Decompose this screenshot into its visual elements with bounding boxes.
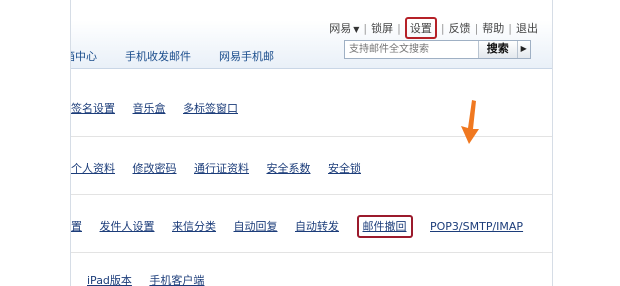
multi-tab-window-link[interactable]: 多标签窗口 bbox=[183, 102, 238, 115]
netease-label: 网易 bbox=[329, 22, 352, 35]
separator: | bbox=[474, 21, 479, 35]
separator: | bbox=[440, 21, 445, 35]
separator: | bbox=[363, 21, 368, 35]
music-box-link[interactable]: 音乐盒 bbox=[133, 102, 166, 115]
auto-forward-link[interactable]: 自动转发 bbox=[295, 220, 339, 233]
passport-info-link[interactable]: 通行证资料 bbox=[194, 162, 249, 175]
security-level-link[interactable]: 安全系数 bbox=[267, 162, 311, 175]
top-nav: 网易 ▼ | 锁屏 | 设置 | 反馈 | 帮助 | 退出 bbox=[329, 17, 538, 39]
feedback-link[interactable]: 反馈 bbox=[449, 20, 471, 36]
caret-down-icon: ▼ bbox=[353, 25, 360, 34]
auto-reply-link[interactable]: 自动回复 bbox=[234, 220, 278, 233]
tab-netease-mobile-mail[interactable]: 网易手机邮 bbox=[219, 48, 274, 64]
settings-panel: 网易▼ | 锁屏 | 设置 | 反馈 | 帮助 | 退出 邮箱中心 手机收发邮件… bbox=[70, 0, 553, 286]
search-dropdown-icon[interactable]: ▶ bbox=[516, 41, 530, 58]
lock-screen-link[interactable]: 锁屏 bbox=[371, 20, 393, 36]
pop3-smtp-imap-link[interactable]: POP3/SMTP/IMAP bbox=[430, 220, 523, 233]
settings-row-account: 个人资料 修改密码 通行证资料 安全系数 安全锁 bbox=[71, 160, 552, 176]
settings-row-client: iPad版本 手机客户端 bbox=[71, 272, 552, 286]
mail-filter-link[interactable]: 来信分类 bbox=[172, 220, 216, 233]
sender-settings-link[interactable]: 发件人设置 bbox=[100, 220, 155, 233]
mail-recall-link[interactable]: 邮件撤回 bbox=[356, 215, 413, 238]
tab-mobile-mail[interactable]: 手机收发邮件 bbox=[125, 48, 191, 64]
help-link[interactable]: 帮助 bbox=[482, 20, 504, 36]
logout-link[interactable]: 退出 bbox=[516, 20, 538, 36]
mail-settings-link[interactable]: 置 bbox=[71, 220, 82, 233]
change-password-link[interactable]: 修改密码 bbox=[133, 162, 177, 175]
netease-menu[interactable]: 网易 ▼ bbox=[329, 20, 359, 36]
down-arrow-icon bbox=[461, 100, 479, 144]
settings-link[interactable]: 设置 bbox=[404, 17, 437, 39]
search-box: 搜索 ▶ bbox=[344, 40, 531, 59]
signature-settings-link[interactable]: 签名设置 bbox=[71, 102, 115, 115]
mail-header: 网易▼ | 锁屏 | 设置 | 反馈 | 帮助 | 退出 邮箱中心 手机收发邮件… bbox=[71, 0, 552, 69]
settings-row-mail: 置 发件人设置 来信分类 自动回复 自动转发 邮件撤回 POP3/SMTP/IM… bbox=[71, 215, 552, 238]
ipad-version-link[interactable]: iPad版本 bbox=[87, 274, 132, 286]
sub-nav: 邮箱中心 手机收发邮件 网易手机邮 bbox=[71, 48, 302, 64]
security-lock-link[interactable]: 安全锁 bbox=[328, 162, 361, 175]
divider bbox=[71, 194, 552, 195]
search-button[interactable]: 搜索 bbox=[478, 41, 517, 58]
personal-info-link[interactable]: 个人资料 bbox=[71, 162, 115, 175]
tab-mailbox-center[interactable]: 邮箱中心 bbox=[71, 48, 97, 64]
divider bbox=[71, 252, 552, 253]
mobile-client-link[interactable]: 手机客户端 bbox=[149, 274, 204, 286]
separator: | bbox=[397, 21, 401, 35]
separator: | bbox=[508, 21, 512, 35]
search-input[interactable] bbox=[345, 41, 478, 58]
